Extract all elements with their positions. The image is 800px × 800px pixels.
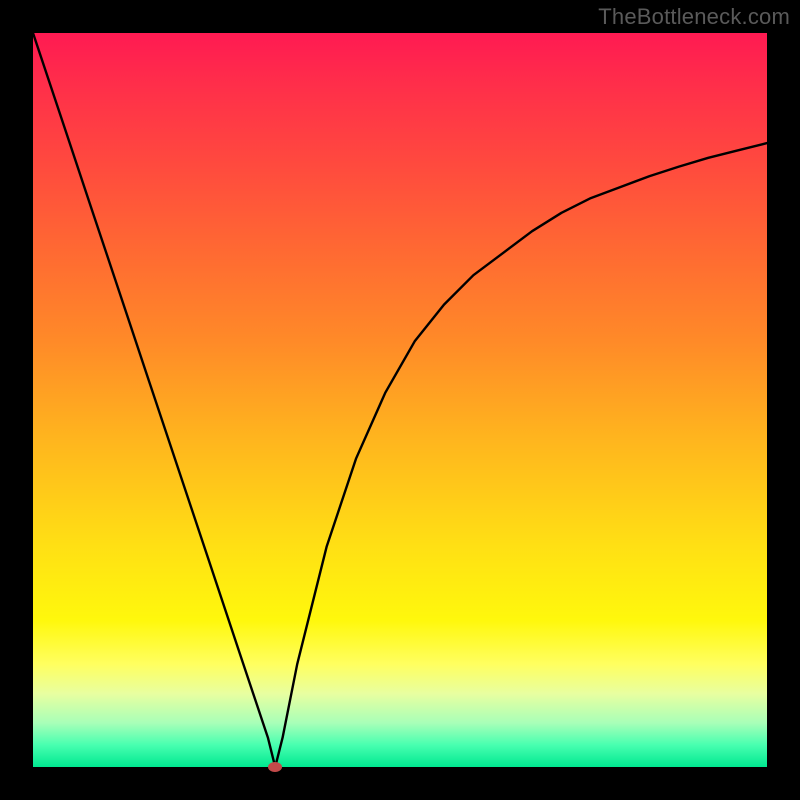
bottleneck-curve xyxy=(33,33,767,767)
chart-frame: TheBottleneck.com xyxy=(0,0,800,800)
minimum-marker xyxy=(268,762,282,772)
plot-area xyxy=(33,33,767,767)
watermark-text: TheBottleneck.com xyxy=(598,4,790,30)
